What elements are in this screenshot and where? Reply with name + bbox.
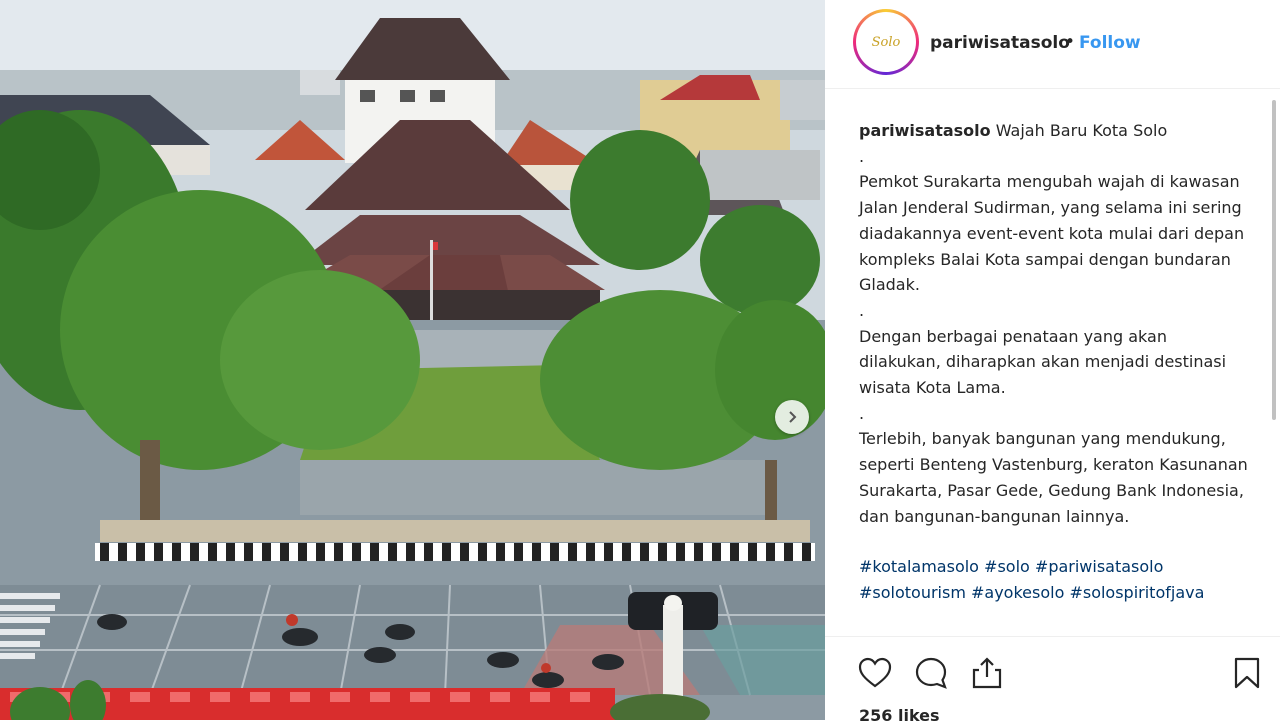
likes-count[interactable]: 256 likes [859,706,940,725]
bookmark-icon [1234,657,1260,689]
heart-icon [858,657,892,688]
caption-hashtags[interactable]: #kotalamasolo #solo #pariwisatasolo #sol… [859,554,1251,605]
aerial-city-hall-image [0,0,825,720]
caption-paragraph: Dengan berbagai penataan yang akan dilak… [859,326,1227,398]
post-actions: 256 likes [825,636,1280,725]
follow-button[interactable]: Follow [1079,33,1141,53]
caption-scrollbar[interactable] [1270,100,1278,630]
like-button[interactable] [855,653,895,693]
share-button[interactable] [967,653,1007,693]
username-link[interactable]: pariwisatasolo [930,33,1070,53]
caption-line: . [859,146,865,166]
scrollbar-thumb[interactable] [1272,100,1276,420]
avatar-logo: Solo [856,12,916,72]
save-button[interactable] [1227,653,1267,693]
caption-title: Wajah Baru Kota Solo [995,121,1168,140]
post-sidebar: Solo pariwisatasolo • Follow pariwisatas… [825,0,1280,725]
caption-username[interactable]: pariwisatasolo [859,121,991,140]
share-icon [972,657,1002,689]
comment-button[interactable] [911,653,951,693]
caption-paragraph: Pemkot Surakarta mengubah wajah di kawas… [859,172,1245,295]
chevron-right-icon [789,411,797,423]
avatar-logo-text: Solo [871,34,901,50]
caption-paragraph: Terlebih, banyak bangunan yang mendukung… [859,429,1248,526]
post-header: Solo pariwisatasolo • Follow [825,0,1280,89]
caption-line: . [859,300,865,320]
post-caption: pariwisatasolo Wajah Baru Kota Solo . Pe… [859,118,1251,606]
caption-line: . [859,403,865,423]
post-photo[interactable] [0,0,825,720]
next-photo-button[interactable] [775,400,809,434]
avatar[interactable]: Solo [853,9,919,75]
separator-dot: • [1065,32,1076,52]
comment-icon [915,657,947,689]
